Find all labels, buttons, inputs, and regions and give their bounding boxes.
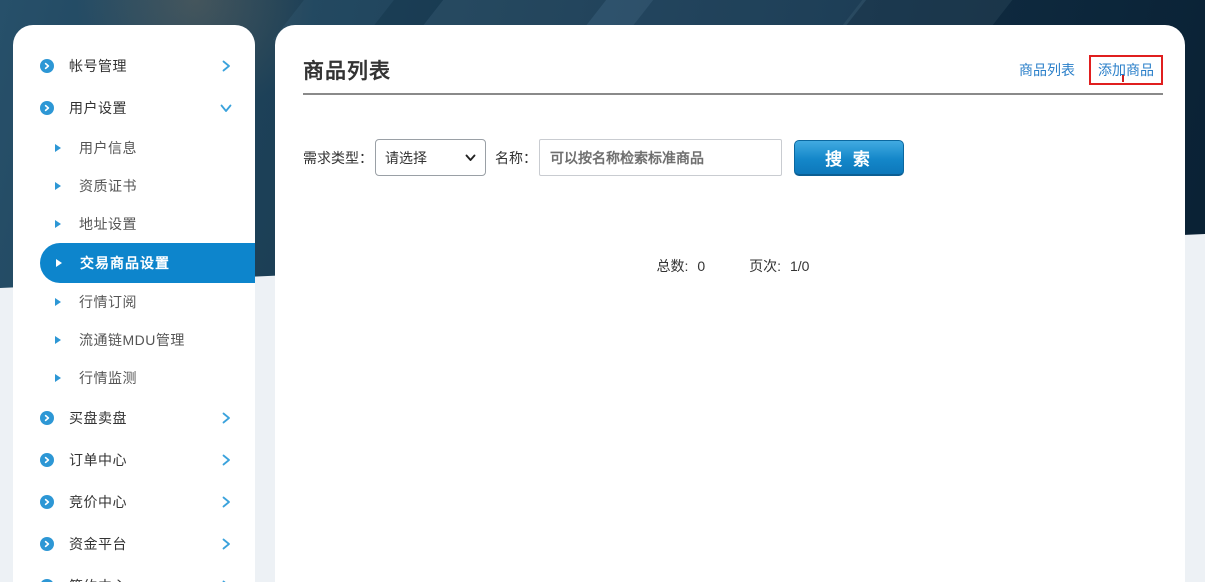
chevron-right-icon [219,537,233,551]
sidebar-item[interactable]: 竞价中心 [13,481,255,523]
header-divider [303,93,1163,95]
sidebar-item[interactable]: 资金平台 [13,523,255,565]
total-label: 总数: [657,258,689,274]
sidebar-item[interactable]: 帐号管理 [13,45,255,87]
circle-chevron-icon [40,537,54,551]
chevron-right-icon [219,411,233,425]
page-title: 商品列表 [303,57,391,87]
triangle-bullet-icon [55,298,61,306]
tab-product-list[interactable]: 商品列表 [1019,60,1075,80]
page-header: 商品列表 商品列表 添加商品 [303,55,1163,87]
sidebar-item-label: 买盘卖盘 [69,408,127,428]
chevron-right-icon [219,495,233,509]
name-label: 名称： [495,148,537,168]
sidebar-item-label: 竞价中心 [69,492,127,512]
chevron-right-icon [219,59,233,73]
sidebar-item[interactable]: 流通链MDU管理 [13,321,255,359]
page-value: 1/0 [790,258,809,274]
sidebar-item-label: 帐号管理 [69,56,127,76]
sidebar-item-label: 行情订阅 [79,292,137,312]
circle-chevron-icon [40,495,54,509]
header-links: 商品列表 添加商品 [1019,55,1163,87]
search-button[interactable]: 搜 索 [794,140,904,176]
circle-chevron-icon [40,59,54,73]
main-panel: 商品列表 商品列表 添加商品 需求类型： 请选择 名称： 搜 索 总数: 0 页次… [275,25,1185,582]
sidebar-item[interactable]: 地址设置 [13,205,255,243]
sidebar-item-label: 交易商品设置 [80,253,170,273]
demand-type-selected-value: 请选择 [385,148,465,168]
name-search-input[interactable] [539,139,782,176]
demand-type-label: 需求类型： [303,148,373,168]
triangle-bullet-icon [56,259,62,267]
annotation-red-box: 添加商品 [1089,55,1163,85]
sidebar-item-label: 用户信息 [79,138,137,158]
sidebar-item-label: 签约中心 [69,576,127,582]
select-chevron-down-icon [465,154,476,162]
sidebar-menu: 帐号管理 用户设置 用户信息 [13,45,255,582]
sidebar-item[interactable]: 订单中心 [13,439,255,481]
circle-chevron-icon [40,453,54,467]
sidebar-item[interactable]: 交易商品设置 [40,243,255,283]
demand-type-select[interactable]: 请选择 [375,139,486,176]
circle-chevron-icon [40,101,54,115]
triangle-bullet-icon [55,336,61,344]
filter-bar: 需求类型： 请选择 名称： 搜 索 [303,139,1163,176]
circle-chevron-icon [40,411,54,425]
triangle-bullet-icon [55,182,61,190]
triangle-bullet-icon [55,144,61,152]
pagination-stats: 总数: 0 页次: 1/0 [303,256,1163,276]
sidebar-item[interactable]: 用户设置 [13,87,255,129]
chevron-down-icon [219,101,233,115]
sidebar-item[interactable]: 行情订阅 [13,283,255,321]
annotation-caret [1122,75,1124,82]
tab-add-product[interactable]: 添加商品 [1098,62,1154,78]
sidebar-item-label: 资金平台 [69,534,127,554]
sidebar-item[interactable]: 行情监测 [13,359,255,397]
sidebar-item-label: 行情监测 [79,368,137,388]
page-count: 页次: 1/0 [749,256,809,276]
triangle-bullet-icon [55,220,61,228]
sidebar: 帐号管理 用户设置 用户信息 [13,25,255,582]
sidebar-item-label: 流通链MDU管理 [79,330,185,350]
triangle-bullet-icon [55,374,61,382]
sidebar-item[interactable]: 签约中心 [13,565,255,582]
chevron-right-icon [219,453,233,467]
sidebar-item[interactable]: 买盘卖盘 [13,397,255,439]
sidebar-item[interactable]: 资质证书 [13,167,255,205]
total-count: 总数: 0 [657,256,706,276]
sidebar-item[interactable]: 用户信息 [13,129,255,167]
sidebar-item-label: 资质证书 [79,176,137,196]
sidebar-item-label: 订单中心 [69,450,127,470]
total-value: 0 [697,258,705,274]
sidebar-item-label: 地址设置 [79,214,137,234]
page-label: 页次: [749,258,781,274]
sidebar-item-label: 用户设置 [69,98,127,118]
